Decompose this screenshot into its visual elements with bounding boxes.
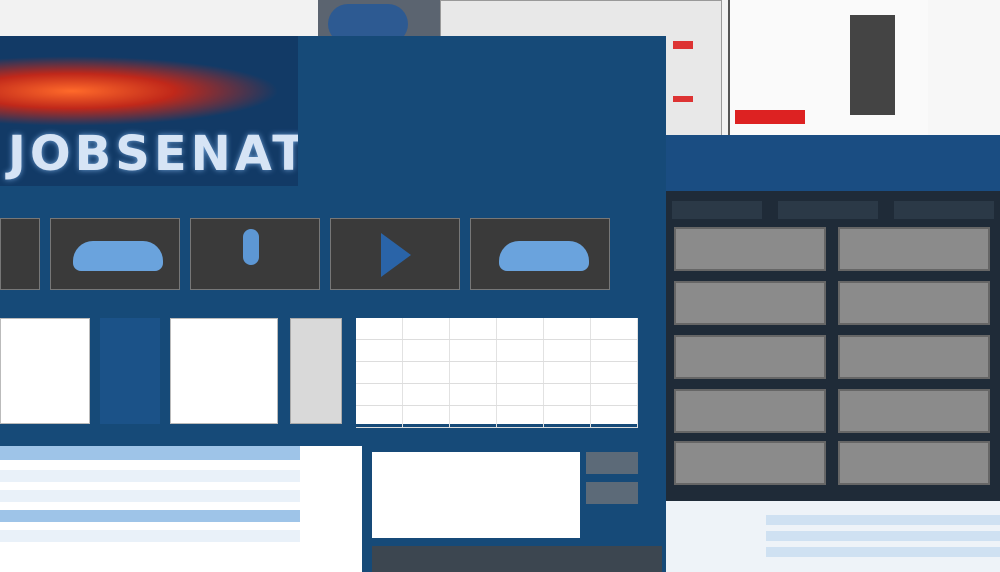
control-button-2[interactable]	[838, 227, 990, 271]
control-button-10[interactable]	[838, 441, 990, 485]
list-item[interactable]	[766, 531, 1000, 541]
data-table	[356, 318, 638, 428]
table-row	[356, 406, 638, 428]
control-button-1[interactable]	[674, 227, 826, 271]
list-header	[0, 446, 300, 460]
list-item[interactable]	[766, 547, 1000, 557]
control-panel-footer	[666, 501, 1000, 572]
tile-location[interactable]	[190, 218, 320, 290]
table-row	[356, 362, 638, 384]
brand-banner: JOBSENATV	[0, 36, 298, 186]
red-strip	[735, 110, 805, 124]
control-button-5[interactable]	[674, 335, 826, 379]
list-item[interactable]	[766, 515, 1000, 525]
list-item[interactable]	[0, 470, 300, 482]
list-item-selected[interactable]	[0, 510, 300, 522]
action-button-1[interactable]	[586, 452, 638, 474]
red-marker-2	[673, 96, 693, 102]
map-pin-icon	[243, 229, 259, 265]
arrow-right-icon	[381, 233, 411, 277]
list-column-left	[100, 318, 160, 424]
tile-weather[interactable]	[50, 218, 180, 290]
scroll-panel[interactable]	[290, 318, 342, 424]
status-strip	[372, 546, 662, 572]
tile-partial[interactable]	[0, 218, 40, 290]
bottom-data-list	[0, 446, 362, 572]
action-button-2[interactable]	[586, 482, 638, 504]
cloud-icon-2	[499, 241, 589, 271]
control-panel	[666, 135, 1000, 572]
notes-textarea[interactable]	[372, 452, 580, 538]
control-button-9[interactable]	[674, 441, 826, 485]
control-button-7[interactable]	[674, 389, 826, 433]
table-row	[356, 384, 638, 406]
list-item[interactable]	[0, 490, 300, 502]
brand-logo: JOBSENATV	[8, 126, 298, 182]
preview-thumbnail-page[interactable]	[928, 0, 1000, 135]
list-item[interactable]	[0, 530, 300, 542]
control-button-4[interactable]	[838, 281, 990, 325]
tile-forward[interactable]	[330, 218, 460, 290]
control-button-6[interactable]	[838, 335, 990, 379]
banner-glow	[0, 56, 280, 126]
table-row	[356, 340, 638, 362]
control-button-8[interactable]	[838, 389, 990, 433]
tab-1[interactable]	[672, 201, 762, 219]
cloud-icon	[73, 241, 163, 271]
tab-2[interactable]	[778, 201, 878, 219]
info-box-center	[170, 318, 278, 424]
control-button-3[interactable]	[674, 281, 826, 325]
control-panel-header	[666, 135, 1000, 191]
info-box-left	[0, 318, 90, 424]
preview-thumbnail-document[interactable]	[728, 0, 928, 135]
tab-3[interactable]	[894, 201, 994, 219]
red-marker	[673, 41, 693, 49]
table-row	[356, 318, 638, 340]
dark-sidebar	[850, 15, 895, 115]
tile-sky[interactable]	[470, 218, 610, 290]
